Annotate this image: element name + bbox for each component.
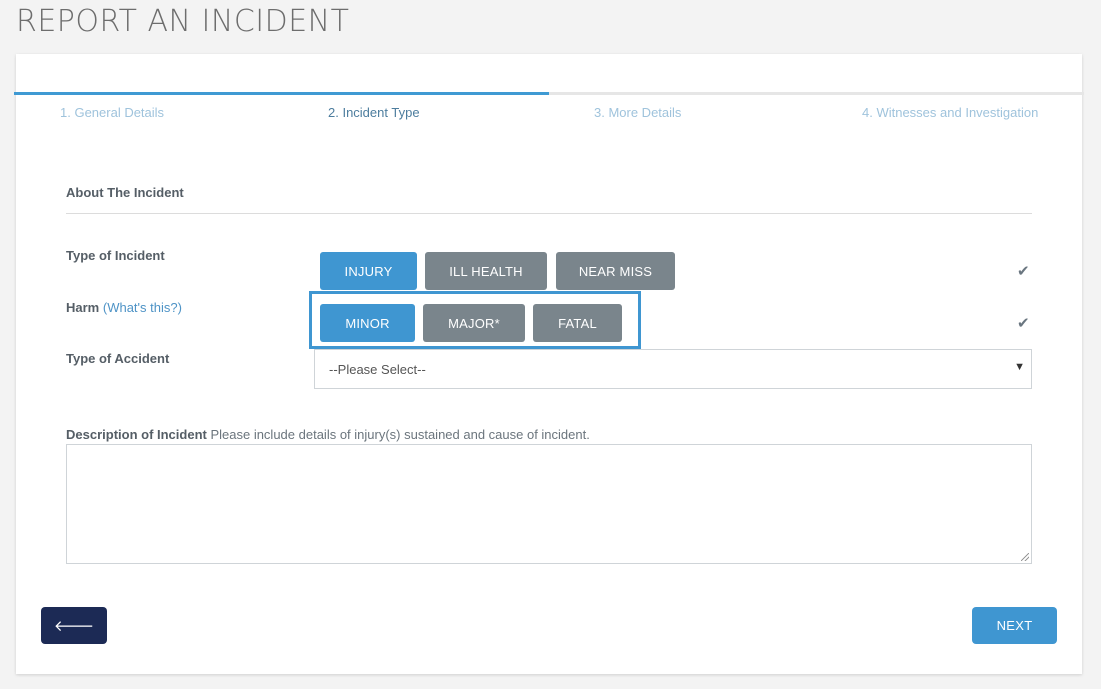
type-of-accident-label: Type of Accident — [66, 351, 170, 366]
progress-bar-fill — [14, 92, 549, 95]
harm-label: Harm (What's this?) — [66, 300, 182, 315]
page-title: REPORT AN INCIDENT — [16, 4, 350, 39]
harm-major-button[interactable]: MAJOR* — [423, 304, 525, 342]
harm-fatal-button[interactable]: FATAL — [533, 304, 622, 342]
check-icon: ✔ — [1017, 263, 1030, 280]
step-general-details[interactable]: 1. General Details — [60, 105, 164, 120]
incident-type-ill-health-button[interactable]: ILL HEALTH — [425, 252, 547, 290]
type-of-incident-label: Type of Incident — [66, 248, 165, 263]
description-label-title: Description of Incident — [66, 427, 207, 442]
step-more-details[interactable]: 3. More Details — [594, 105, 681, 120]
section-divider — [66, 213, 1032, 214]
progress-bar — [14, 92, 1084, 95]
incident-type-near-miss-button[interactable]: NEAR MISS — [556, 252, 675, 290]
caret-down-icon: ▼ — [1014, 361, 1025, 373]
resize-grip-icon[interactable] — [1021, 553, 1029, 561]
incident-type-injury-button[interactable]: INJURY — [320, 252, 417, 290]
harm-help-link[interactable]: (What's this?) — [103, 300, 182, 315]
step-incident-type[interactable]: 2. Incident Type — [328, 105, 420, 120]
description-label-hint: Please include details of injury(s) sust… — [206, 427, 590, 442]
harm-minor-button[interactable]: MINOR — [320, 304, 415, 342]
type-of-accident-select[interactable]: --Please Select-- ▼ — [314, 349, 1032, 389]
arrow-left-icon: 🡐 — [53, 617, 95, 635]
incident-form-card: 1. General Details 2. Incident Type 3. M… — [14, 54, 1084, 674]
description-label: Description of Incident Please include d… — [66, 427, 590, 442]
section-title: About The Incident — [66, 185, 184, 200]
check-icon: ✔ — [1017, 315, 1030, 332]
next-button[interactable]: NEXT — [972, 607, 1057, 644]
wizard-steps: 1. General Details 2. Incident Type 3. M… — [16, 105, 1082, 125]
step-witnesses-investigation[interactable]: 4. Witnesses and Investigation — [862, 105, 1038, 120]
harm-label-text: Harm — [66, 300, 100, 315]
type-of-accident-selected-value: --Please Select-- — [329, 362, 426, 377]
back-button[interactable]: 🡐 — [41, 607, 107, 644]
description-textarea[interactable] — [66, 444, 1032, 564]
